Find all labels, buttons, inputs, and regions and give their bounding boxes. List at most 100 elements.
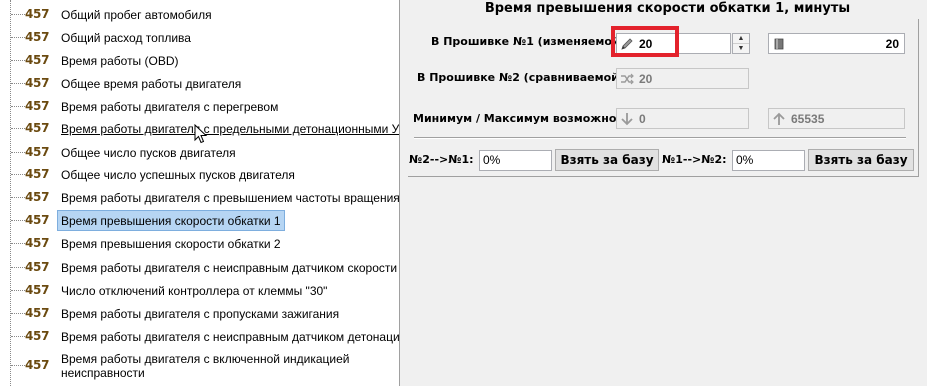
parameter-id: 457 [25, 329, 50, 343]
parameter-id: 457 [25, 30, 50, 44]
parameter-id: 457 [25, 283, 50, 297]
parameter-id-icon: 457 [25, 358, 55, 373]
parameter-id-icon: 457 [25, 121, 55, 136]
parameter-id-icon: 457 [25, 329, 55, 344]
tree-item-label: Время работы двигателя с предельными дет… [61, 122, 399, 136]
min-value-field: 0 [616, 108, 749, 129]
tree-item[interactable]: 457 Время работы двигателя с неисправным … [0, 326, 399, 347]
tree-branch-line [11, 220, 25, 221]
diff-2to1-input[interactable]: 0% [479, 150, 552, 171]
tree-item[interactable]: 457 Время превышения скорости обкатки 1 [0, 210, 396, 231]
tree-item[interactable]: 457 Время работы двигателя с включенной и… [0, 349, 396, 381]
parameter-id-icon: 457 [25, 7, 55, 22]
spin-down-icon[interactable]: ▼ [733, 43, 749, 52]
tree-item[interactable]: 457 Общий пробег автомобиля [0, 4, 396, 25]
parameter-id: 457 [25, 190, 50, 204]
tree-branch-line [11, 60, 25, 61]
tree-item[interactable]: 457 Время превышения скорости обкатки 2 [0, 233, 396, 254]
minmax-label: Минимум / Максимум возможное: [413, 112, 629, 125]
tree-item-label: Время работы двигателя с превышением час… [61, 191, 399, 205]
tree-branch-line [11, 106, 25, 107]
parameter-id: 457 [25, 213, 50, 227]
parameter-id: 457 [25, 236, 50, 250]
tree-branch-line [11, 336, 25, 337]
parameter-tree[interactable]: 457 Общий пробег автомобиля 457 Общий расхо… [0, 0, 399, 386]
tree-item-label: Время работы (OBD) [61, 54, 179, 68]
tree-item-label: Общий пробег автомобиля [61, 8, 212, 22]
take-as-base-button-right[interactable]: Взять за базу [808, 149, 914, 171]
parameter-id-icon: 457 [25, 283, 55, 298]
tree-item[interactable]: 457 Общий расход топлива [0, 27, 396, 48]
separator-line [414, 137, 906, 139]
parameter-id: 457 [25, 145, 50, 159]
tree-branch-line [11, 365, 25, 366]
parameter-id-icon: 457 [25, 167, 55, 182]
firmware1-label: В Прошивке №1 (изменяемой): [431, 35, 630, 48]
parameter-id: 457 [25, 121, 50, 135]
tree-item[interactable]: 457 Общее время работы двигателя [0, 73, 396, 94]
firmware2-value-field: 20 [616, 68, 749, 89]
tree-item-label: Время работы двигателя с неисправным дат… [61, 261, 398, 275]
tree-item-label: Число отключений контроллера от клеммы "… [61, 284, 328, 298]
max-value: 65535 [791, 111, 825, 126]
tree-item-label: Общее время работы двигателя [61, 77, 242, 91]
mouse-cursor-icon [194, 124, 208, 144]
parameter-id-icon: 457 [25, 145, 55, 160]
parameter-id: 457 [25, 76, 50, 90]
firmware2-value: 20 [639, 71, 653, 86]
tree-branch-line [11, 267, 25, 268]
tree-item-label: Время работы двигателя с включенной инди… [61, 352, 350, 380]
parameter-id-icon: 457 [25, 306, 55, 321]
arrow-up-icon [769, 109, 789, 128]
tree-branch-line [11, 152, 25, 153]
parameter-id: 457 [25, 99, 50, 113]
arrow-down-icon [617, 109, 637, 128]
tree-item[interactable]: 457 Время работы двигателя с превышением … [0, 187, 399, 208]
parameter-id-icon: 457 [25, 213, 55, 228]
parameter-id: 457 [25, 260, 50, 274]
diff-1to2-input[interactable]: 0% [732, 150, 805, 171]
parameter-id-icon: 457 [25, 30, 55, 45]
parameter-id: 457 [25, 358, 50, 372]
tree-item[interactable]: 457 Время работы двигателя с перегревом [0, 96, 396, 117]
tree-branch-line [11, 243, 25, 244]
book-icon [769, 34, 789, 53]
parameter-id-icon: 457 [25, 260, 55, 275]
tree-item-label: Общее число пусков двигателя [61, 146, 236, 160]
tree-branch-line [11, 83, 25, 84]
tree-branch-line [11, 197, 25, 198]
take-as-base-button-left[interactable]: Взять за базу [555, 149, 659, 171]
highlight-frame [611, 26, 679, 57]
parameter-id-icon: 457 [25, 190, 55, 205]
tree-item[interactable]: 457 Время работы двигателя с пропусками з… [0, 303, 396, 324]
tree-item[interactable]: 457 Число отключений контроллера от клемм… [0, 280, 396, 301]
tree-item-label: Время превышения скорости обкатки 1 [57, 210, 285, 231]
tree-item[interactable]: 457 Общее число пусков двигателя [0, 142, 396, 163]
parameter-id: 457 [25, 306, 50, 320]
firmware1-readonly-field: 20 [768, 33, 905, 54]
tree-item-label: Время работы двигателя с пропусками зажи… [61, 307, 340, 321]
parameter-id-icon: 457 [25, 99, 55, 114]
parameter-id: 457 [25, 53, 50, 67]
diff-1to2-label: №1-->№2: [662, 153, 727, 166]
shuffle-icon [617, 69, 637, 88]
tree-item[interactable]: 457 Общее число успешных пусков двигателя [0, 164, 396, 185]
panel-splitter[interactable] [399, 0, 408, 386]
tree-item-label: Общее число успешных пусков двигателя [61, 168, 295, 182]
parameter-editor-panel: Время превышения скорости обкатки 1, мин… [408, 0, 927, 386]
tree-branch-line [11, 174, 25, 175]
firmware2-label: В Прошивке №2 (сравниваемой): [417, 71, 629, 84]
firmware1-spinner[interactable]: ▲ ▼ [732, 33, 750, 54]
parameter-id-icon: 457 [25, 53, 55, 68]
tree-item-label: Время работы двигателя с перегревом [61, 100, 279, 114]
tree-item[interactable]: 457 Время работы двигателя с неисправным … [0, 257, 398, 278]
tree-item-label: Время работы двигателя с неисправным дат… [61, 330, 399, 344]
spin-up-icon[interactable]: ▲ [733, 34, 749, 43]
tree-branch-line [11, 128, 25, 129]
tree-item[interactable]: 457 Время работы (OBD) [0, 50, 396, 71]
parameter-id-icon: 457 [25, 236, 55, 251]
max-value-field: 65535 [768, 108, 905, 129]
tree-branch-line [11, 37, 25, 38]
tree-branch-line [11, 14, 25, 15]
tree-item-label: Время превышения скорости обкатки 2 [61, 237, 281, 251]
